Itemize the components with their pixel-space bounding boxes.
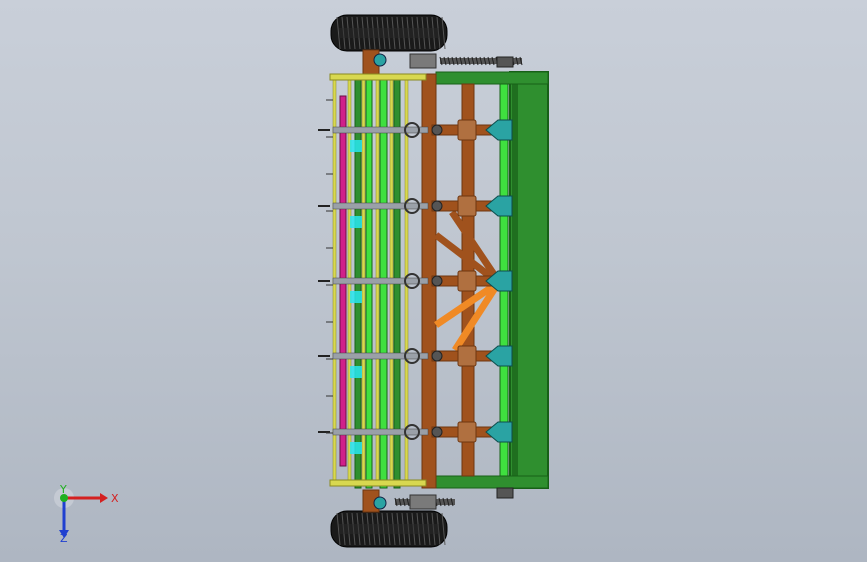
top-clamp bbox=[409, 53, 437, 69]
orientation-triad: X Z Y bbox=[54, 484, 118, 544]
seed-unit-1-bearing bbox=[457, 119, 477, 141]
y-axis-label: Y bbox=[59, 484, 67, 496]
top-wheel-band bbox=[339, 28, 439, 38]
cad-viewport[interactable] bbox=[0, 0, 867, 562]
tine-top-tie bbox=[329, 73, 427, 81]
seed-unit-2-hopper bbox=[485, 195, 513, 217]
cross-rod-3 bbox=[332, 277, 429, 285]
tine-bottom-tie bbox=[329, 479, 427, 487]
cyan-part-3 bbox=[350, 291, 362, 303]
seed-unit-4-bolt bbox=[431, 350, 443, 362]
seed-unit-2-bearing bbox=[457, 195, 477, 217]
bottom-pivot bbox=[373, 496, 387, 510]
cyan-part-1 bbox=[350, 140, 362, 152]
cyan-part-2 bbox=[350, 216, 362, 228]
seed-unit-4-bearing bbox=[457, 345, 477, 367]
seed-unit-2-bolt bbox=[431, 200, 443, 212]
top-bracket bbox=[496, 56, 514, 68]
top-pivot bbox=[373, 53, 387, 67]
bottom-wheel-band bbox=[339, 524, 439, 534]
cross-rod-4 bbox=[332, 352, 429, 360]
seed-unit-1-hopper bbox=[485, 119, 513, 141]
x-axis-head bbox=[100, 493, 108, 503]
bottom-bracket bbox=[496, 487, 514, 499]
seed-unit-5-bolt bbox=[431, 426, 443, 438]
seed-unit-3-bolt bbox=[431, 275, 443, 287]
cross-rod-5 bbox=[332, 428, 429, 436]
seed-unit-4-hopper bbox=[485, 345, 513, 367]
cross-rod-2 bbox=[332, 202, 429, 210]
seed-unit-1-bolt bbox=[431, 124, 443, 136]
bottom-clamp bbox=[409, 494, 437, 510]
x-axis-label: X bbox=[111, 492, 118, 505]
seed-unit-5-bearing bbox=[457, 421, 477, 443]
bottom-crossbeam bbox=[435, 475, 549, 489]
cyan-part-5 bbox=[350, 442, 362, 454]
cyan-part-4 bbox=[350, 366, 362, 378]
seed-unit-5-hopper bbox=[485, 421, 513, 443]
top-crossbeam bbox=[435, 71, 549, 85]
z-axis-label: Z bbox=[60, 532, 68, 544]
seeder-model bbox=[318, 14, 549, 548]
seed-unit-3-bearing bbox=[457, 270, 477, 292]
main-frame-edge bbox=[512, 82, 518, 478]
cross-rod-1 bbox=[332, 126, 429, 134]
